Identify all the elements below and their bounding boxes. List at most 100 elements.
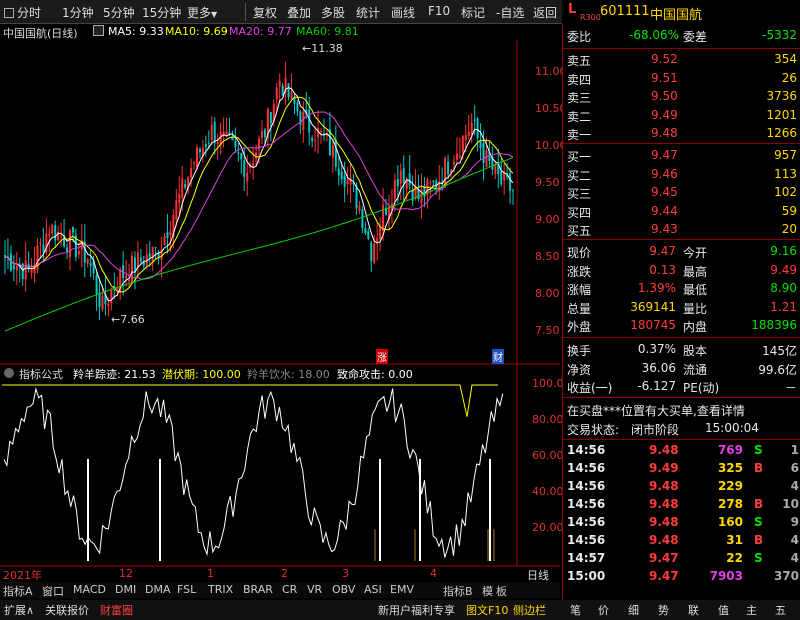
five-tab[interactable]: 五 [775, 602, 786, 618]
f10-button[interactable]: F10 [428, 4, 450, 18]
tick-row: 14:56 9.48 229 4 [563, 478, 800, 496]
limit-up-marker[interactable]: 涨 [376, 349, 388, 364]
indicator-chart[interactable] [0, 381, 520, 564]
candle-body [364, 228, 367, 234]
ask-volume: 1201 [766, 107, 797, 122]
multi-stock-button[interactable]: 多股 [321, 4, 345, 21]
stat-row: 总量 369141 量比 1.21 [563, 299, 800, 317]
ask-price: 9.50 [651, 89, 678, 103]
tick-side: S [754, 551, 763, 565]
wealth-circle-button[interactable]: 财富圈 [100, 602, 133, 618]
expand-button[interactable]: 扩展∧ [4, 602, 34, 618]
period-tab-5min[interactable]: 5分钟 [103, 4, 135, 21]
stat-label: 现价 [567, 246, 592, 260]
bid-price: 9.43 [651, 222, 678, 236]
tab-trix[interactable]: TRIX [208, 583, 233, 596]
period-tab-intraday[interactable]: 分时 [4, 4, 41, 21]
notice-row[interactable]: 在买盘***位置有大买单,查看详情 [563, 401, 800, 419]
tab-indicator-a[interactable]: 指标A [3, 583, 33, 599]
indicator-tabs: 指标A 窗口 MACD DMI DMA FSL TRIX BRAR CR VR … [0, 582, 560, 598]
tick-volume: 7903 [709, 569, 743, 583]
tab-obv[interactable]: OBV [332, 583, 355, 596]
price-tab[interactable]: 价 [598, 602, 609, 618]
stat-value: 369141 [630, 299, 676, 314]
ind-tick: 20.00 [532, 521, 564, 534]
divider [563, 337, 800, 338]
candle-body [464, 135, 467, 141]
tick-price: 9.48 [649, 443, 679, 457]
candle-body [60, 236, 63, 238]
tab-vr[interactable]: VR [307, 583, 322, 596]
period-tab-1min[interactable]: 1分钟 [62, 4, 94, 21]
tab-macd[interactable]: MACD [73, 583, 106, 596]
candle-body [382, 205, 385, 232]
date-tick: 2 [281, 567, 288, 580]
tab-window[interactable]: 窗口 [42, 583, 64, 599]
divider [563, 397, 800, 398]
high-value: 11.38 [311, 42, 343, 55]
candle-body [452, 161, 455, 165]
linked-tab[interactable]: 联 [688, 602, 699, 618]
tab-board[interactable]: 板 [496, 583, 507, 599]
draw-line-button[interactable]: 画线 [391, 4, 415, 21]
detail-tab[interactable]: 细 [628, 602, 639, 618]
bid-row: 买三 9.45 102 [563, 184, 800, 202]
remove-watchlist-button[interactable]: -自选 [496, 4, 524, 21]
candle-body [225, 131, 228, 136]
indicator-name[interactable]: 指标公式 [19, 366, 63, 382]
tick-count: 370 [773, 569, 799, 583]
tab-template[interactable]: 模 [482, 583, 493, 599]
stats-button[interactable]: 统计 [356, 4, 380, 21]
period-indicator[interactable]: 日线 [527, 567, 549, 583]
pen-tab[interactable]: 笔 [570, 602, 581, 618]
back-button[interactable]: 返回 [533, 4, 557, 21]
fuquan-button[interactable]: 复权 [253, 4, 277, 21]
tab-dmi[interactable]: DMI [115, 583, 136, 596]
ask-label: 卖三 [567, 91, 592, 105]
candle-body [331, 144, 334, 158]
candle-body [252, 163, 255, 167]
value-tab[interactable]: 值 [718, 602, 729, 618]
sidebar-button[interactable]: 侧边栏 [513, 602, 546, 618]
candle-body [402, 168, 405, 184]
weibi-value: -68.06% [629, 28, 680, 42]
tick-price: 9.48 [649, 515, 679, 529]
more-dropdown[interactable]: 更多▼ [187, 4, 217, 21]
finance-marker[interactable]: 财 [492, 349, 504, 364]
period-tab-15min[interactable]: 15分钟 [142, 4, 181, 21]
tab-fsl[interactable]: FSL [177, 583, 196, 596]
bid-volume: 59 [781, 203, 797, 218]
related-quote-button[interactable]: 关联报价 [45, 602, 89, 618]
tab-emv[interactable]: EMV [390, 583, 414, 596]
indicator-menu-icon[interactable] [4, 368, 14, 378]
tick-count: 4 [790, 479, 799, 493]
tab-indicator-b[interactable]: 指标B [443, 583, 473, 599]
kline-chart[interactable] [0, 40, 520, 365]
big-order-notice[interactable]: 在买盘***位置有大买单,查看详情 [567, 402, 745, 419]
ma60-value: MA60: 9.81 [296, 25, 359, 38]
ask-row: 卖四 9.51 26 [563, 70, 800, 88]
tab-brar[interactable]: BRAR [243, 583, 273, 596]
tab-cr[interactable]: CR [282, 583, 297, 596]
ind-tick: 60.00 [532, 449, 564, 462]
new-user-benefit-link[interactable]: 新用户福利专享 [378, 602, 455, 618]
main-tab[interactable]: 主 [746, 602, 757, 618]
low-value: 7.66 [120, 313, 145, 326]
f10-info-button[interactable]: 图文F10 [466, 602, 508, 618]
overlay-button[interactable]: 叠加 [287, 4, 311, 21]
ask-volume: 1266 [766, 126, 797, 140]
tab-asi[interactable]: ASI [364, 583, 382, 596]
candle-body [373, 244, 376, 263]
trend-tab[interactable]: 势 [658, 602, 669, 618]
tick-price: 9.49 [649, 461, 679, 475]
candle-body [110, 289, 113, 304]
candle-body [429, 182, 432, 184]
candle-body [89, 263, 92, 267]
mark-button[interactable]: 标记 [461, 4, 485, 21]
stat-label: 涨跌 [567, 264, 592, 279]
stat-row: 外盘 180745 内盘 188396 [563, 317, 800, 335]
tick-volume: 325 [717, 461, 743, 475]
settings-icon[interactable] [93, 25, 104, 36]
bid-label: 买一 [567, 150, 592, 164]
tab-dma[interactable]: DMA [145, 583, 171, 596]
